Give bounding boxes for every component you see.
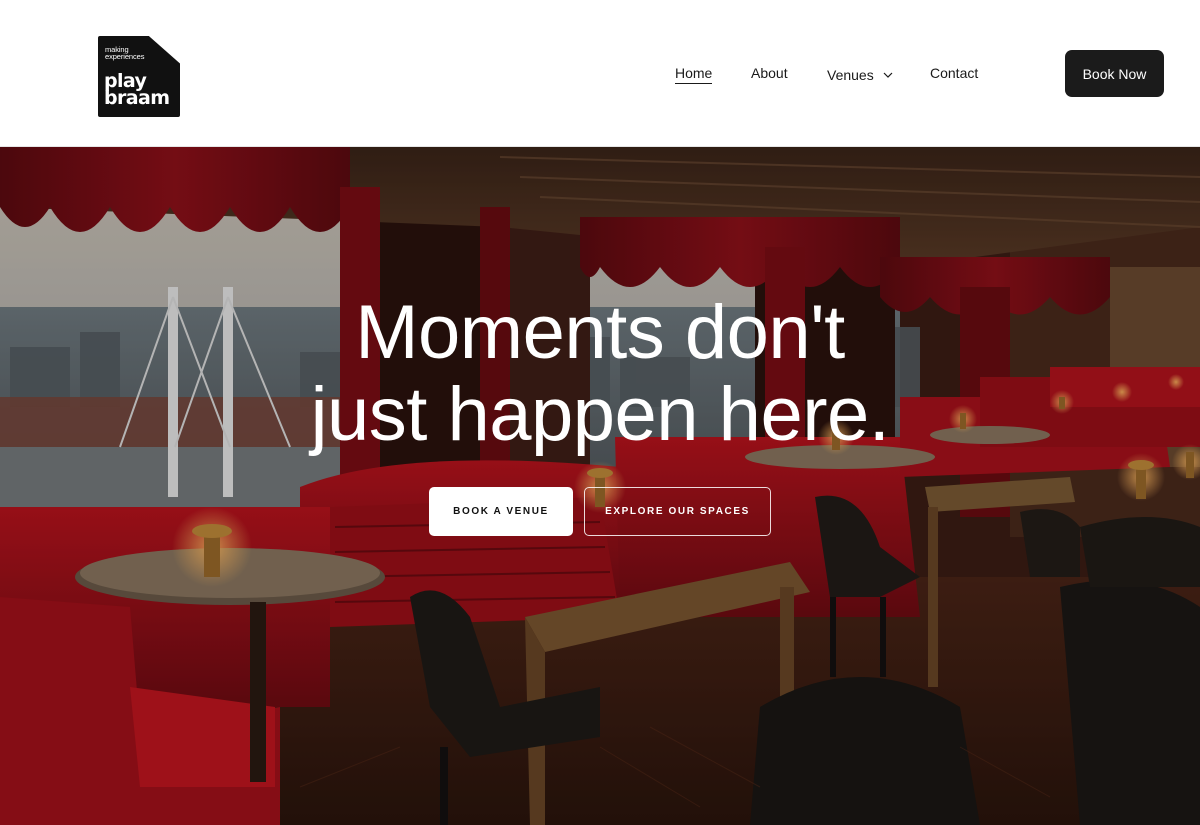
chevron-down-icon	[883, 64, 893, 82]
hero-overlay	[0, 147, 1200, 825]
brand-logo[interactable]: making experiences play braam	[98, 36, 180, 117]
logo-tagline: making experiences	[105, 45, 145, 61]
nav-item-contact[interactable]: Contact	[930, 64, 978, 82]
hero-headline: Moments don't just happen here.	[310, 290, 890, 457]
active-underline	[675, 83, 713, 84]
nav-item-about[interactable]: About	[751, 64, 788, 82]
nav-item-home[interactable]: Home	[675, 64, 713, 84]
logo-wordmark: play braam	[104, 70, 170, 109]
book-now-button[interactable]: Book Now	[1065, 50, 1164, 97]
explore-our-spaces-button[interactable]: EXPLORE OUR SPACES	[584, 487, 771, 536]
nav-item-venues[interactable]: Venues	[827, 64, 893, 84]
site-header: making experiences play braam Home About…	[0, 0, 1200, 147]
book-a-venue-button[interactable]: BOOK A VENUE	[429, 487, 573, 536]
hero-section: Moments don't just happen here. BOOK A V…	[0, 147, 1200, 825]
